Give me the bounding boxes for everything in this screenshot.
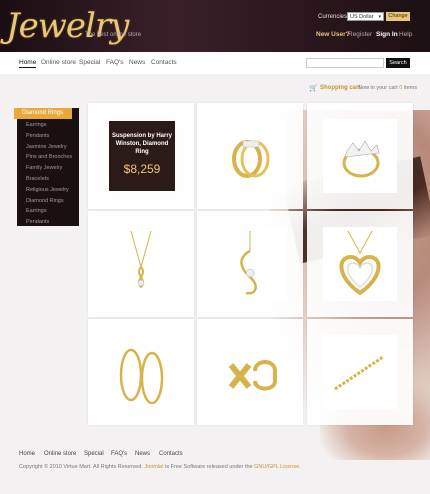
- shopping-cart-link[interactable]: Shopping cart: [320, 85, 360, 91]
- product-image: [213, 119, 287, 193]
- swirl-pendant-icon: [240, 231, 257, 295]
- register-link[interactable]: Register: [348, 31, 372, 38]
- nav-news[interactable]: News: [129, 59, 145, 66]
- heart-pendant-icon: [339, 230, 381, 296]
- pendant-necklace-icon: [130, 230, 152, 289]
- product-tile[interactable]: [88, 211, 194, 317]
- sidebar-item-pins-brooches[interactable]: Pins and Brooches: [26, 152, 72, 163]
- product-tile[interactable]: [197, 211, 303, 317]
- search-input[interactable]: [306, 58, 384, 68]
- footer-link-online-store[interactable]: Online store: [44, 451, 76, 457]
- x-huggie-earrings-icon: [228, 360, 277, 391]
- nav-online-store[interactable]: Online store: [41, 59, 76, 66]
- nav-special[interactable]: Special: [79, 59, 100, 66]
- sidebar-item-bracelets[interactable]: Bracelets: [26, 174, 72, 185]
- license-link[interactable]: GNU/GPL License.: [254, 464, 301, 470]
- tennis-bracelet-icon: [334, 355, 384, 391]
- search-button[interactable]: Search: [386, 58, 410, 68]
- product-tile[interactable]: [307, 211, 413, 317]
- site-header: Jewelry The best online store Currencies…: [0, 0, 430, 52]
- footer-nav: Home Online store Special FAQ's News Con…: [19, 451, 319, 461]
- three-stone-ring-icon: [342, 140, 380, 178]
- currency-select[interactable]: US Dollar ▾: [347, 12, 384, 21]
- product-tile[interactable]: [197, 103, 303, 209]
- footer-link-faqs[interactable]: FAQ's: [111, 451, 127, 457]
- help-link[interactable]: Help: [399, 31, 412, 38]
- product-image: [323, 335, 397, 409]
- nav-home[interactable]: Home: [19, 59, 37, 68]
- product-tile-promo[interactable]: Suspension by Harry Winston, Diamond Rin…: [88, 103, 194, 209]
- cart-count: 0: [399, 85, 403, 91]
- sidebar-item-religious-jewelry[interactable]: Religious Jewelry: [26, 185, 72, 196]
- cart-icon[interactable]: 🛒: [309, 84, 318, 92]
- cart-status-suffix: items: [403, 85, 418, 91]
- new-user-link[interactable]: New User?: [316, 31, 350, 38]
- main-nav: Home Online store Special FAQ's News Con…: [0, 52, 430, 74]
- logo[interactable]: Jewelry: [6, 6, 129, 46]
- nav-contacts[interactable]: Contacts: [151, 59, 177, 66]
- sidebar-item-pendants-2[interactable]: Pendants: [26, 217, 72, 228]
- footer-link-special[interactable]: Special: [84, 451, 104, 457]
- hoop-earrings-icon: [119, 348, 164, 405]
- cart-status-prefix: Now in your cart: [358, 85, 398, 91]
- product-tile[interactable]: [197, 319, 303, 425]
- product-image: [323, 227, 397, 301]
- chevron-down-icon: ▾: [378, 14, 381, 20]
- product-tile[interactable]: [307, 103, 413, 209]
- footer-link-news[interactable]: News: [135, 451, 150, 457]
- product-image: [104, 227, 178, 301]
- sidebar-item-diamond-rings[interactable]: Diamond Rings: [26, 196, 72, 207]
- joomla-link[interactable]: Joomla!: [144, 464, 163, 470]
- sidebar-item-earrings-2[interactable]: Earrings: [26, 206, 72, 217]
- promo-price: $8,259: [123, 162, 161, 176]
- sidebar-item-pendants[interactable]: Pendants: [26, 131, 72, 142]
- product-image: [213, 335, 287, 409]
- currency-value: US Dollar: [350, 14, 374, 20]
- nav-faqs[interactable]: FAQ's: [106, 59, 124, 66]
- promo-box[interactable]: Suspension by Harry Winston, Diamond Rin…: [109, 121, 175, 191]
- product-tile[interactable]: [88, 319, 194, 425]
- product-image: [213, 227, 287, 301]
- copyright-text: Copyright © 2010 Virtue Mart. All Rights…: [19, 464, 143, 470]
- footer-link-contacts[interactable]: Contacts: [159, 451, 183, 457]
- currency-label: Currencies:: [318, 14, 349, 20]
- change-currency-button[interactable]: Change: [386, 12, 410, 21]
- product-tile[interactable]: [307, 319, 413, 425]
- sidebar-header[interactable]: Diamond Rings: [14, 108, 72, 119]
- copyright-text-2: is Free Software released under the: [165, 464, 253, 470]
- tagline: The best online store: [85, 32, 142, 38]
- diamond-ring-icon: [232, 140, 270, 178]
- sidebar-item-jasmine-jewelry[interactable]: Jasmine Jewelry: [26, 142, 72, 153]
- sign-in-link[interactable]: Sign In: [376, 31, 398, 38]
- product-image: [323, 119, 397, 193]
- footer-link-home[interactable]: Home: [19, 451, 35, 457]
- promo-title: Suspension by Harry Winston, Diamond Rin…: [111, 133, 173, 155]
- category-list: Earrings Pendants Jasmine Jewelry Pins a…: [26, 120, 72, 228]
- product-image: [104, 335, 178, 409]
- sidebar-item-family-jewelry[interactable]: Family Jewelry: [26, 163, 72, 174]
- copyright: Copyright © 2010 Virtue Mart. All Rights…: [19, 464, 301, 470]
- cart-status: Now in your cart 0 items: [358, 85, 417, 91]
- sidebar-item-earrings[interactable]: Earrings: [26, 120, 72, 131]
